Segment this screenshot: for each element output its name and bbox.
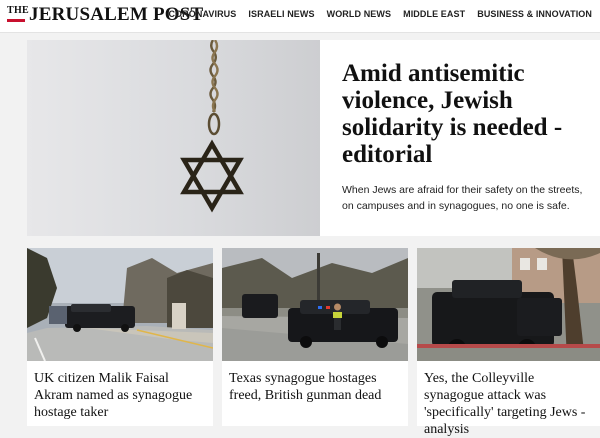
star-of-david-pendant-icon (27, 40, 320, 236)
article-image[interactable] (417, 248, 600, 361)
article-title[interactable]: Yes, the Colleyville synagogue attack wa… (424, 370, 594, 438)
main-nav: CORONAVIRUS ISRAELI NEWS WORLD NEWS MIDD… (168, 9, 592, 19)
featured-article-image[interactable] (27, 40, 320, 236)
article-title[interactable]: Texas synagogue hostages freed, British … (229, 370, 402, 404)
logo-prefix: THE (7, 5, 30, 16)
article-card[interactable]: UK citizen Malik Faisal Akram named as s… (27, 248, 213, 426)
article-image[interactable] (222, 248, 408, 361)
article-image[interactable] (27, 248, 213, 361)
nav-world-news[interactable]: WORLD NEWS (327, 9, 392, 19)
article-title[interactable]: UK citizen Malik Faisal Akram named as s… (34, 370, 207, 421)
featured-article: Amid antisemitic violence, Jewish solida… (27, 40, 600, 236)
featured-article-text: Amid antisemitic violence, Jewish solida… (342, 60, 587, 214)
article-card[interactable]: Texas synagogue hostages freed, British … (222, 248, 408, 426)
site-header: THEJERUSALEM POST CORONAVIRUS ISRAELI NE… (0, 0, 600, 33)
nav-business-innovation[interactable]: BUSINESS & INNOVATION (477, 9, 592, 19)
featured-article-summary: When Jews are afraid for their safety on… (342, 184, 583, 212)
article-card[interactable]: Yes, the Colleyville synagogue attack wa… (417, 248, 600, 437)
featured-article-title[interactable]: Amid antisemitic violence, Jewish solida… (342, 60, 587, 168)
logo-accent-bar (7, 19, 25, 22)
nav-middle-east[interactable]: MIDDLE EAST (403, 9, 465, 19)
nav-coronavirus[interactable]: CORONAVIRUS (168, 9, 236, 19)
nav-israeli-news[interactable]: ISRAELI NEWS (248, 9, 314, 19)
